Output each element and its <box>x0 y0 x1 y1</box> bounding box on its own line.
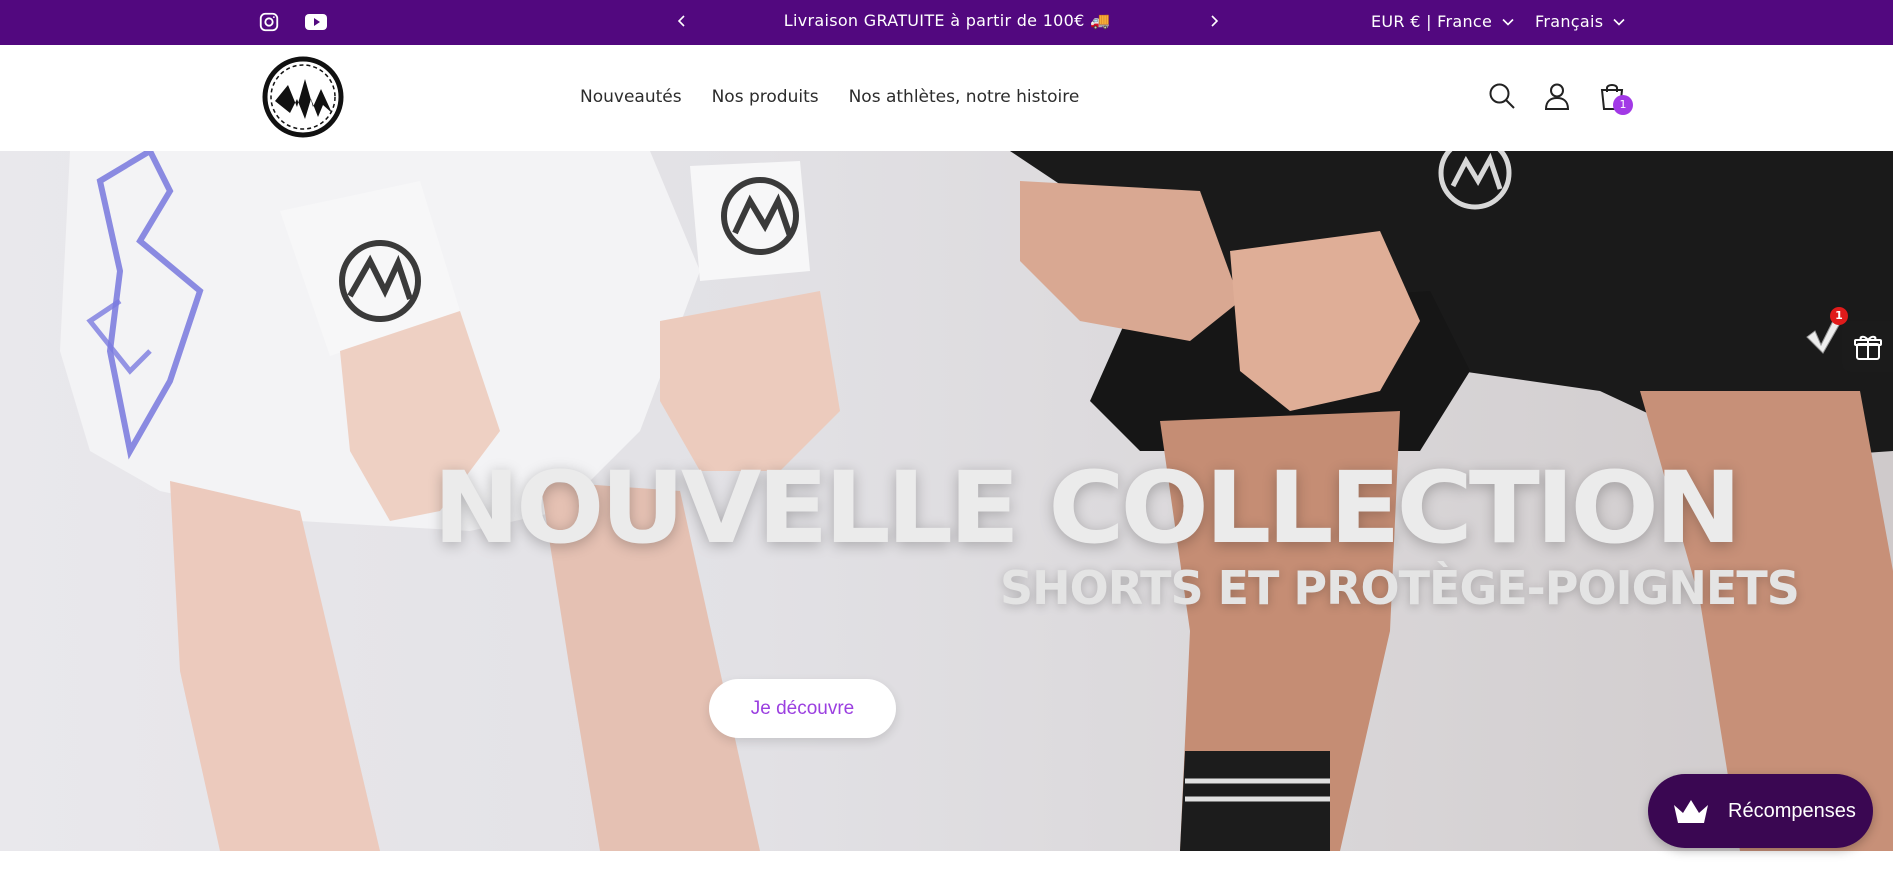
country-selector[interactable]: EUR € | France <box>1371 12 1514 31</box>
announcement-prev-icon[interactable] <box>670 10 694 34</box>
nav-nos-athletes[interactable]: Nos athlètes, notre histoire <box>849 87 1080 107</box>
rewards-label: Récompenses <box>1728 799 1856 822</box>
brand-logo[interactable] <box>261 55 345 139</box>
nav-nos-produits[interactable]: Nos produits <box>712 87 819 107</box>
rewards-button[interactable]: Récompenses <box>1648 774 1873 848</box>
search-icon[interactable] <box>1487 81 1517 111</box>
main-nav: Nouveautés Nos produits Nos athlètes, no… <box>580 87 1079 107</box>
instagram-icon[interactable] <box>256 10 282 34</box>
announcement-next-icon[interactable] <box>1202 10 1226 34</box>
crown-icon <box>1674 800 1708 823</box>
country-selector-label: EUR € | France <box>1371 12 1493 31</box>
announcement-bar: Livraison GRATUITE à partir de 100€ 🚚 EU… <box>0 0 1893 45</box>
nav-nouveautes[interactable]: Nouveautés <box>580 87 682 107</box>
hero-subtitle: SHORTS ET PROTÈGE-POIGNETS <box>1000 561 1800 615</box>
account-icon[interactable] <box>1542 81 1572 111</box>
language-selector-label: Français <box>1535 12 1604 31</box>
language-selector[interactable]: Français <box>1535 12 1625 31</box>
cart-count-badge: 1 <box>1613 95 1633 115</box>
hero-title: NOUVELLE COLLECTION <box>433 450 1742 566</box>
chevron-down-icon <box>1613 18 1625 26</box>
chevron-down-icon <box>1502 18 1514 26</box>
youtube-icon[interactable] <box>303 10 329 34</box>
gift-icon[interactable] <box>1842 321 1893 372</box>
gift-count-badge: 1 <box>1830 307 1848 325</box>
discover-button[interactable]: Je découvre <box>709 679 896 738</box>
site-header: Nouveautés Nos produits Nos athlètes, no… <box>0 45 1893 151</box>
hero-banner: NOUVELLE COLLECTION SHORTS ET PROTÈGE-PO… <box>0 151 1893 851</box>
announcement-text: Livraison GRATUITE à partir de 100€ 🚚 <box>783 11 1111 30</box>
